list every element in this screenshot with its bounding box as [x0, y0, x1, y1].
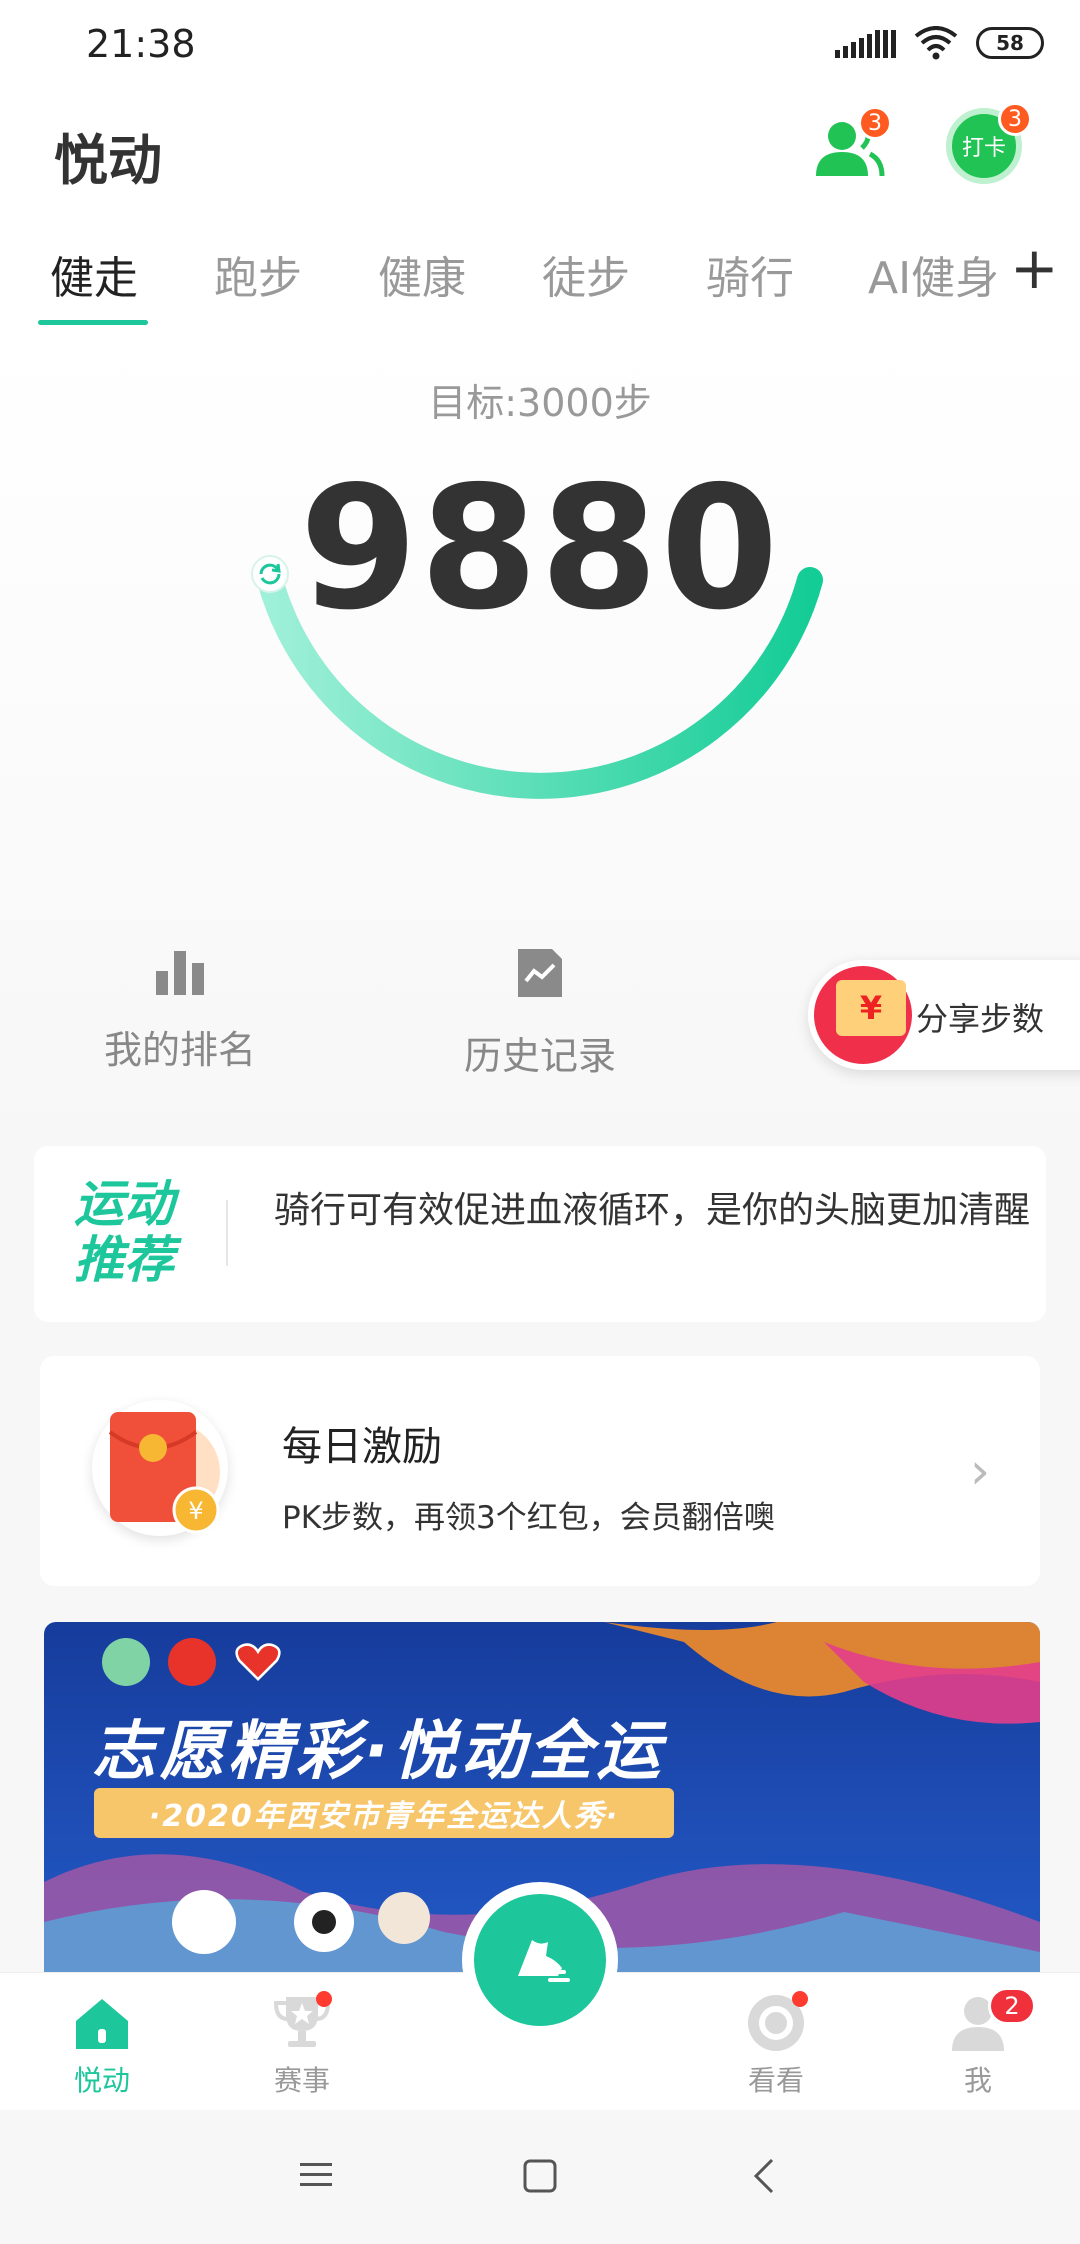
banner-subtitle: ·2020年西安市青年全运达人秀·	[94, 1788, 674, 1838]
svg-text:¥: ¥	[188, 1497, 203, 1525]
home-icon	[76, 1999, 128, 2049]
nav-home[interactable]: 悦动	[22, 1973, 182, 2111]
active-tab-indicator	[38, 320, 148, 325]
my-ranking-label: 我的排名	[103, 1028, 256, 1072]
banner-title: 志愿精彩·悦动全运	[92, 1715, 665, 1789]
nav-home-label: 悦动	[73, 2064, 130, 2097]
page-title: 悦动	[54, 129, 162, 192]
exercise-recommendation-card[interactable]: 运动推荐 骑行可有效促进血液循环，是你的头脑更加清醒	[34, 1146, 1046, 1322]
sport-tabs: 健走 跑步 健康 徒步 骑行 AI健身 +	[0, 220, 1080, 330]
my-ranking-button[interactable]: 我的排名	[70, 945, 290, 1074]
status-icons: 58	[835, 26, 1044, 60]
red-packet-icon: ¥	[92, 1400, 228, 1536]
watch-notification-dot	[792, 1991, 808, 2007]
share-steps-button[interactable]: ¥ 分享步数	[808, 960, 1080, 1070]
status-bar: 21:38 58	[0, 0, 1080, 90]
nav-events[interactable]: 赛事	[222, 1973, 382, 2111]
chevron-right-icon: ›	[970, 1442, 990, 1500]
daily-incentive-title: 每日激励	[282, 1424, 442, 1470]
tab-cycling[interactable]: 骑行	[706, 242, 794, 306]
nav-watch-label: 看看	[747, 2064, 804, 2097]
friends-button[interactable]: 3	[810, 106, 892, 184]
refresh-icon[interactable]	[251, 555, 289, 593]
recommendation-text: 骑行可有效促进血液循环，是你的头脑更加清醒	[274, 1190, 1031, 1231]
tab-walk[interactable]: 健走	[50, 242, 138, 306]
history-chart-icon	[518, 949, 562, 997]
bar-chart-icon	[156, 951, 204, 995]
friends-badge: 3	[858, 106, 892, 140]
checkin-button[interactable]: 打卡 3	[946, 102, 1032, 184]
nav-watch[interactable]: 看看	[696, 1973, 856, 2111]
history-label: 历史记录	[463, 1034, 616, 1078]
me-badge: 2	[988, 1987, 1036, 2025]
checkin-label: 打卡	[961, 136, 1006, 161]
history-button[interactable]: 历史记录	[430, 945, 650, 1080]
events-notification-dot	[316, 1991, 332, 2007]
back-icon[interactable]	[752, 2158, 776, 2194]
home-square-icon[interactable]	[522, 2158, 558, 2194]
daily-incentive-card[interactable]: ¥ 每日激励 PK步数，再领3个红包，会员翻倍噢 ›	[40, 1356, 1040, 1586]
system-nav-bar	[0, 2110, 1080, 2244]
tab-health[interactable]: 健康	[378, 242, 466, 306]
step-goal: 目标:3000步	[428, 381, 652, 425]
recommendation-title: 运动推荐	[74, 1175, 174, 1289]
nav-me-label: 我	[963, 2064, 992, 2097]
tab-ai-fitness[interactable]: AI健身	[868, 242, 999, 306]
signal-icon	[835, 28, 896, 58]
start-workout-button[interactable]	[474, 1894, 606, 2026]
battery-indicator: 58	[976, 27, 1044, 59]
red-envelope-icon: ¥	[814, 966, 912, 1064]
nav-events-label: 赛事	[273, 2064, 330, 2097]
add-tab-button[interactable]: +	[1010, 234, 1059, 302]
share-steps-label: 分享步数	[916, 1000, 1045, 1038]
app-header: 悦动 3 打卡 3	[0, 90, 1080, 220]
step-progress-ring	[251, 555, 823, 799]
daily-incentive-subtitle: PK步数，再领3个红包，会员翻倍噢	[282, 1500, 775, 1536]
nav-me[interactable]: 2 我	[898, 1973, 1058, 2111]
tab-run[interactable]: 跑步	[214, 242, 302, 306]
divider	[226, 1200, 228, 1266]
shoe-icon	[518, 1940, 570, 1982]
wifi-icon	[914, 26, 958, 60]
menu-icon[interactable]	[298, 2160, 334, 2190]
checkin-badge: 3	[998, 102, 1032, 136]
status-time: 21:38	[86, 22, 196, 66]
tab-hike[interactable]: 徒步	[542, 242, 630, 306]
